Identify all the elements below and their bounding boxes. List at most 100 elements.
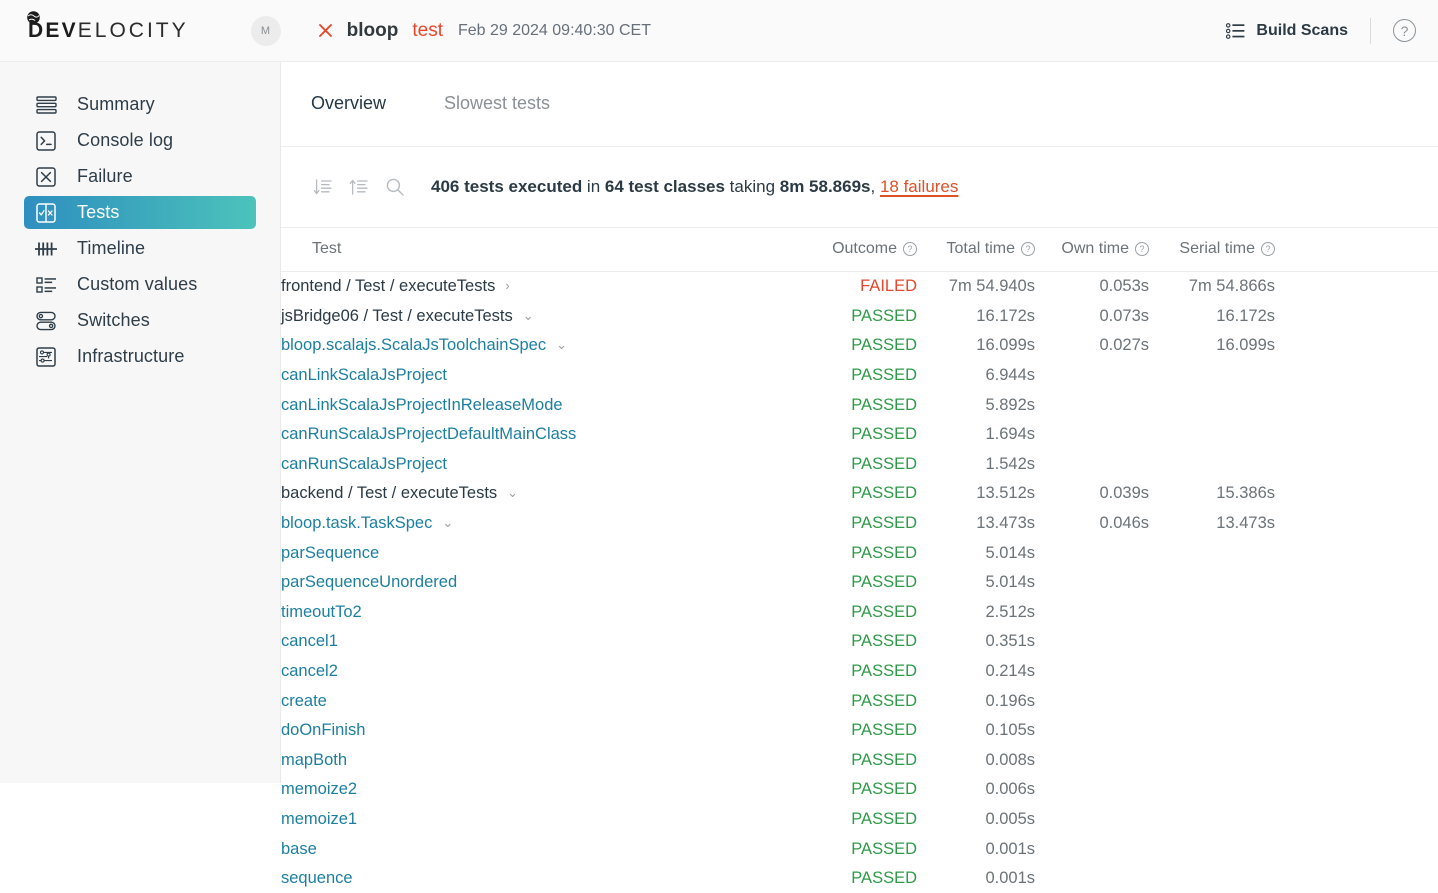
column-header-own-time[interactable]: Own time? xyxy=(1035,228,1149,272)
column-header-total-time[interactable]: Total time? xyxy=(917,228,1035,272)
table-row[interactable]: parSequencePASSED5.014s xyxy=(281,538,1438,568)
sidebar-item-custom-values[interactable]: Custom values xyxy=(24,268,256,301)
test-name[interactable]: sequence xyxy=(281,869,353,887)
test-name[interactable]: canLinkScalaJsProjectInReleaseMode xyxy=(281,396,563,414)
own-time-cell xyxy=(1035,746,1149,776)
test-name-cell: memoize2 xyxy=(281,775,817,805)
search-icon[interactable] xyxy=(384,176,406,198)
help-icon[interactable]: ? xyxy=(903,242,917,256)
sidebar-item-label: Tests xyxy=(77,202,120,223)
row-spacer-cell xyxy=(1275,331,1438,361)
build-scans-button[interactable]: Build Scans xyxy=(1226,22,1348,40)
table-row[interactable]: canRunScalaJsProjectDefaultMainClass PASS… xyxy=(281,420,1438,450)
table-row[interactable]: memoize2PASSED0.006s xyxy=(281,775,1438,805)
serial-time-cell xyxy=(1149,538,1275,568)
test-name[interactable]: parSequenceUnordered xyxy=(281,573,457,591)
test-name-cell: mapBoth xyxy=(281,746,817,776)
column-header-outcome[interactable]: Outcome? xyxy=(817,228,917,272)
test-name[interactable]: canRunScalaJsProjectDefaultMainClass xyxy=(281,425,576,443)
outcome-cell: PASSED xyxy=(817,450,917,480)
column-header-serial-time[interactable]: Serial time? xyxy=(1149,228,1275,272)
tab-overview[interactable]: Overview xyxy=(311,93,386,116)
help-icon[interactable]: ? xyxy=(1021,242,1035,256)
test-name[interactable]: bloop.task.TaskSpec xyxy=(281,514,432,532)
help-icon[interactable]: ? xyxy=(1135,242,1149,256)
test-name-cell: canLinkScalaJsProject xyxy=(281,361,817,391)
test-name[interactable]: mapBoth xyxy=(281,751,347,769)
help-icon[interactable]: ? xyxy=(1261,242,1275,256)
sidebar-item-failure[interactable]: Failure xyxy=(24,160,256,193)
toolbar-divider xyxy=(1370,18,1371,44)
sort-ascending-icon[interactable] xyxy=(348,176,370,198)
table-row[interactable]: bloop.task.TaskSpec⌄PASSED13.473s0.046s1… xyxy=(281,509,1438,539)
table-row[interactable]: cancel1PASSED0.351s xyxy=(281,627,1438,657)
chevron-down-icon[interactable]: ⌄ xyxy=(556,337,567,353)
table-row[interactable]: timeoutTo2PASSED2.512s xyxy=(281,598,1438,628)
table-row[interactable]: createPASSED0.196s xyxy=(281,686,1438,716)
test-name-cell: bloop.scalajs.ScalaJsToolchainSpec ⌄ xyxy=(281,331,817,361)
test-name[interactable]: cancel1 xyxy=(281,632,338,650)
own-time-cell: 0.039s xyxy=(1035,479,1149,509)
sidebar-item-timeline[interactable]: Timeline xyxy=(24,232,256,265)
table-row[interactable]: frontend / Test / executeTests›FAILED7m … xyxy=(281,272,1438,302)
test-name[interactable]: memoize1 xyxy=(281,810,357,828)
table-row[interactable]: canLinkScalaJsProjectPASSED6.944s xyxy=(281,361,1438,391)
test-name[interactable]: canLinkScalaJsProject xyxy=(281,366,447,384)
tab-slowest-tests[interactable]: Slowest tests xyxy=(444,93,550,116)
outcome-cell: PASSED xyxy=(817,420,917,450)
own-time-cell: 0.053s xyxy=(1035,272,1149,302)
table-row[interactable]: basePASSED0.001s xyxy=(281,834,1438,864)
row-spacer-cell xyxy=(1275,568,1438,598)
task-name[interactable]: test xyxy=(412,20,443,42)
test-name[interactable]: timeoutTo2 xyxy=(281,603,362,621)
test-name[interactable]: base xyxy=(281,840,317,858)
table-row[interactable]: doOnFinishPASSED0.105s xyxy=(281,716,1438,746)
table-row[interactable]: canRunScalaJsProjectPASSED1.542s xyxy=(281,450,1438,480)
outcome-cell: PASSED xyxy=(817,390,917,420)
outcome-cell: PASSED xyxy=(817,598,917,628)
status-badge: PASSED xyxy=(851,573,917,591)
app-logo[interactable]: DEVELOCITY xyxy=(28,19,189,43)
table-row[interactable]: mapBothPASSED0.008s xyxy=(281,746,1438,776)
test-name[interactable]: memoize2 xyxy=(281,780,357,798)
chevron-down-icon[interactable]: ⌄ xyxy=(523,308,534,324)
table-row[interactable]: backend / Test / executeTests⌄PASSED13.5… xyxy=(281,479,1438,509)
help-circle-icon[interactable]: ? xyxy=(1393,19,1416,42)
column-header-test[interactable]: Test xyxy=(281,228,817,272)
total-time-cell: 6.944s xyxy=(917,361,1035,391)
sidebar-item-console-log[interactable]: Console log xyxy=(24,124,256,157)
test-name[interactable]: canRunScalaJsProject xyxy=(281,455,447,473)
test-name-cell: timeoutTo2 xyxy=(281,598,817,628)
test-name[interactable]: bloop.scalajs.ScalaJsToolchainSpec xyxy=(281,336,546,354)
test-name[interactable]: create xyxy=(281,692,327,710)
table-row[interactable]: canLinkScalaJsProjectInReleaseMode PASSED… xyxy=(281,390,1438,420)
avatar[interactable]: M xyxy=(251,16,281,46)
table-row[interactable]: parSequenceUnorderedPASSED5.014s xyxy=(281,568,1438,598)
failures-link[interactable]: 18 failures xyxy=(880,177,958,196)
chevron-down-icon[interactable]: ⌄ xyxy=(442,515,453,531)
table-row[interactable]: memoize1PASSED0.005s xyxy=(281,805,1438,835)
project-name[interactable]: bloop xyxy=(347,20,399,42)
sort-descending-icon[interactable] xyxy=(312,176,334,198)
table-row[interactable]: sequencePASSED0.001s xyxy=(281,864,1438,893)
sidebar-item-switches[interactable]: Switches xyxy=(24,304,256,337)
outcome-cell: PASSED xyxy=(817,716,917,746)
table-row[interactable]: bloop.scalajs.ScalaJsToolchainSpec⌄PASSE… xyxy=(281,331,1438,361)
table-row[interactable]: jsBridge06 / Test / executeTests⌄PASSED1… xyxy=(281,302,1438,332)
tests-executed-count: 406 tests executed xyxy=(431,177,582,196)
tests-toolbar: 406 tests executed in 64 test classes ta… xyxy=(281,147,1438,228)
test-name[interactable]: parSequence xyxy=(281,544,379,562)
total-time-cell: 5.892s xyxy=(917,390,1035,420)
status-badge: PASSED xyxy=(851,425,917,443)
chevron-right-icon[interactable]: › xyxy=(505,278,509,293)
chevron-down-icon[interactable]: ⌄ xyxy=(507,485,518,501)
test-name[interactable]: doOnFinish xyxy=(281,721,365,739)
table-row[interactable]: cancel2PASSED0.214s xyxy=(281,657,1438,687)
serial-time-cell xyxy=(1149,864,1275,893)
sidebar-item-label: Timeline xyxy=(77,238,145,259)
test-name[interactable]: cancel2 xyxy=(281,662,338,680)
sidebar-item-infrastructure[interactable]: Infrastructure xyxy=(24,340,256,373)
sidebar-item-summary[interactable]: Summary xyxy=(24,88,256,121)
row-spacer-cell xyxy=(1275,657,1438,687)
sidebar-item-tests[interactable]: Tests xyxy=(24,196,256,229)
